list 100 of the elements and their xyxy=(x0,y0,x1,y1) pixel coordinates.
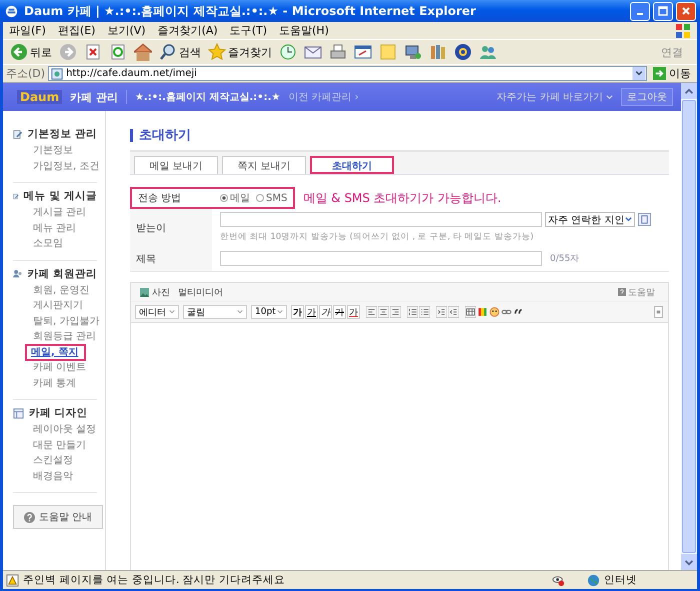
toolbar-button[interactable]: 즐겨찾기 xyxy=(205,43,275,61)
scroll-up-icon[interactable] xyxy=(681,83,697,99)
search-icon xyxy=(159,43,177,61)
annotation-text: 메일 & SMS 초대하기가 가능합니다. xyxy=(303,190,502,206)
browser-icon xyxy=(4,4,19,18)
table-icon[interactable] xyxy=(465,306,476,318)
sidebar-item[interactable]: 메일, 쪽지 xyxy=(25,344,86,361)
security-zone: 인터넷 xyxy=(604,573,638,587)
toolbar-button[interactable]: 뒤로 xyxy=(7,43,55,61)
align-right-icon[interactable] xyxy=(390,306,401,318)
printer-icon xyxy=(329,43,347,61)
sidebar-section-title: 메뉴 및 게시글 xyxy=(24,189,97,203)
address-label: 주소(D) xyxy=(6,66,46,81)
sidebar-item[interactable]: 메뉴 관리 xyxy=(13,220,78,237)
sidebar-item[interactable]: 가입정보, 조건 xyxy=(13,158,102,175)
books-icon xyxy=(429,43,447,61)
menu-item[interactable]: 보기(V) xyxy=(101,23,152,38)
page-icon xyxy=(51,68,64,80)
menu-item[interactable]: 도구(T) xyxy=(224,23,273,38)
radio-option[interactable]: SMS xyxy=(256,192,288,204)
sidebar-item[interactable]: 소모임 xyxy=(13,235,65,252)
sidebar-item[interactable]: 카페 이벤트 xyxy=(13,359,88,376)
minimize-button[interactable] xyxy=(630,2,650,20)
menu-item[interactable]: 파일(F) xyxy=(3,23,52,38)
clock-icon xyxy=(279,43,297,61)
help-icon xyxy=(24,512,35,522)
privacy-eye-icon xyxy=(552,574,565,586)
radio-option[interactable]: 메일 xyxy=(220,191,250,205)
sidebar-item[interactable]: 대문 만들기 xyxy=(13,436,88,454)
editor-dropdown[interactable]: 에디터 xyxy=(135,305,179,319)
go-button[interactable]: 이동 xyxy=(650,66,694,81)
indent-icon[interactable] xyxy=(436,306,447,318)
close-button[interactable] xyxy=(676,2,696,20)
computer-icon xyxy=(404,43,422,61)
chevron-down-icon xyxy=(606,94,613,100)
gear-icon xyxy=(454,43,472,61)
menu-item[interactable]: 도움말(H) xyxy=(273,23,335,38)
editor-dropdown[interactable]: 10pt xyxy=(251,305,287,319)
globe-icon xyxy=(587,574,600,586)
sidebar-item[interactable]: 회원, 운영진 xyxy=(13,282,92,299)
tab[interactable]: 쪽지 보내기 xyxy=(222,156,306,174)
attach-button[interactable]: 사진 xyxy=(138,286,172,298)
people-icon xyxy=(479,43,497,61)
sidebar-item[interactable]: 레이아웃 설정 xyxy=(13,421,98,438)
stop-icon xyxy=(84,43,102,61)
note-icon xyxy=(379,43,397,61)
minimize-icon xyxy=(637,13,643,15)
scroll-down-icon[interactable] xyxy=(681,554,697,570)
warning-page-icon xyxy=(6,574,19,586)
sidebar-item[interactable]: 게시판지기 xyxy=(13,297,85,314)
tab[interactable]: 초대하기 xyxy=(310,156,394,174)
image-icon xyxy=(140,288,149,296)
format-button[interactable]: 가 xyxy=(333,305,346,319)
address-book-icon[interactable] xyxy=(638,213,652,226)
sidebar-item[interactable]: 카페 통계 xyxy=(13,374,78,392)
refresh-icon xyxy=(109,43,127,61)
sidebar-section-title: 카페 회원관리 xyxy=(27,266,97,280)
outdent-icon[interactable] xyxy=(448,306,459,318)
format-button[interactable]: 가 xyxy=(291,305,304,319)
menu-item[interactable]: 즐겨찾기(A) xyxy=(152,23,224,38)
editor-dropdown[interactable]: 굴림 xyxy=(183,305,247,319)
toolbar-button[interactable]: 검색 xyxy=(156,43,204,61)
address-field[interactable]: http://cafe.daum.net/imeji xyxy=(48,66,647,81)
cafe-name[interactable]: ★.:•:.홈페이지 제작교실.:•:.★ xyxy=(134,90,280,104)
help-guide-button[interactable]: 도움말 안내 xyxy=(13,505,104,529)
help-icon xyxy=(618,288,626,296)
sidebar-item[interactable]: 게시글 관리 xyxy=(13,204,88,222)
menu-item[interactable]: 편집(E) xyxy=(52,23,102,38)
tab[interactable]: 메일 보내기 xyxy=(134,156,218,174)
recipients-field[interactable] xyxy=(220,212,542,227)
status-text: 주인벽 페이지를 여는 중입니다. 잠시만 기다려주세요 xyxy=(23,573,286,587)
sidebar-item[interactable]: 스킨설정 xyxy=(13,452,75,470)
bullet-list-icon[interactable] xyxy=(419,306,430,318)
sidebar-item[interactable]: 탈퇴, 가입불가 xyxy=(13,312,102,330)
page-heading: 초대하기 xyxy=(130,129,669,142)
hint-text: 한번에 최대 10명까지 발송가능 (띄어쓰기 없이 , 로 구분, 타 메일도 발송가능) xyxy=(220,231,535,243)
subject-field[interactable] xyxy=(220,251,542,266)
field-label: 받는이 xyxy=(130,209,212,246)
sidebar-item[interactable]: 기본정보 xyxy=(13,142,75,160)
field-label: 제목 xyxy=(130,246,212,271)
more-options-icon[interactable] xyxy=(653,306,664,318)
sidebar-item[interactable]: 배경음악 xyxy=(13,468,75,485)
maximize-button[interactable] xyxy=(653,2,673,20)
window-title: Daum 카페 | ★.:•:.홈페이지 제작교실.:•:.★ - Microsoft Internet Explorer xyxy=(24,2,477,20)
daum-logo[interactable]: Daum xyxy=(17,90,62,104)
contacts-dropdown[interactable]: 자주 연락한 지인 xyxy=(545,212,636,227)
format-button[interactable]: 가 xyxy=(319,305,332,319)
format-button[interactable]: 가 xyxy=(347,305,360,319)
cafe-admin-title: 카페 관리 xyxy=(70,90,118,104)
sidebar-item[interactable]: 회원등급 관리 xyxy=(13,328,98,346)
chevron-down-icon xyxy=(625,216,632,223)
attach-button[interactable]: 멀티미디어 xyxy=(176,286,225,298)
format-button[interactable]: 가 xyxy=(305,305,318,319)
vertical-scrollbar[interactable] xyxy=(681,83,697,570)
align-left-icon[interactable] xyxy=(366,306,377,318)
align-center-icon[interactable] xyxy=(378,306,389,318)
windows-logo-icon xyxy=(675,22,691,38)
emoticon-icon[interactable] xyxy=(489,306,500,318)
color-bars-icon[interactable] xyxy=(477,306,488,318)
numbered-list-icon[interactable] xyxy=(407,306,418,318)
